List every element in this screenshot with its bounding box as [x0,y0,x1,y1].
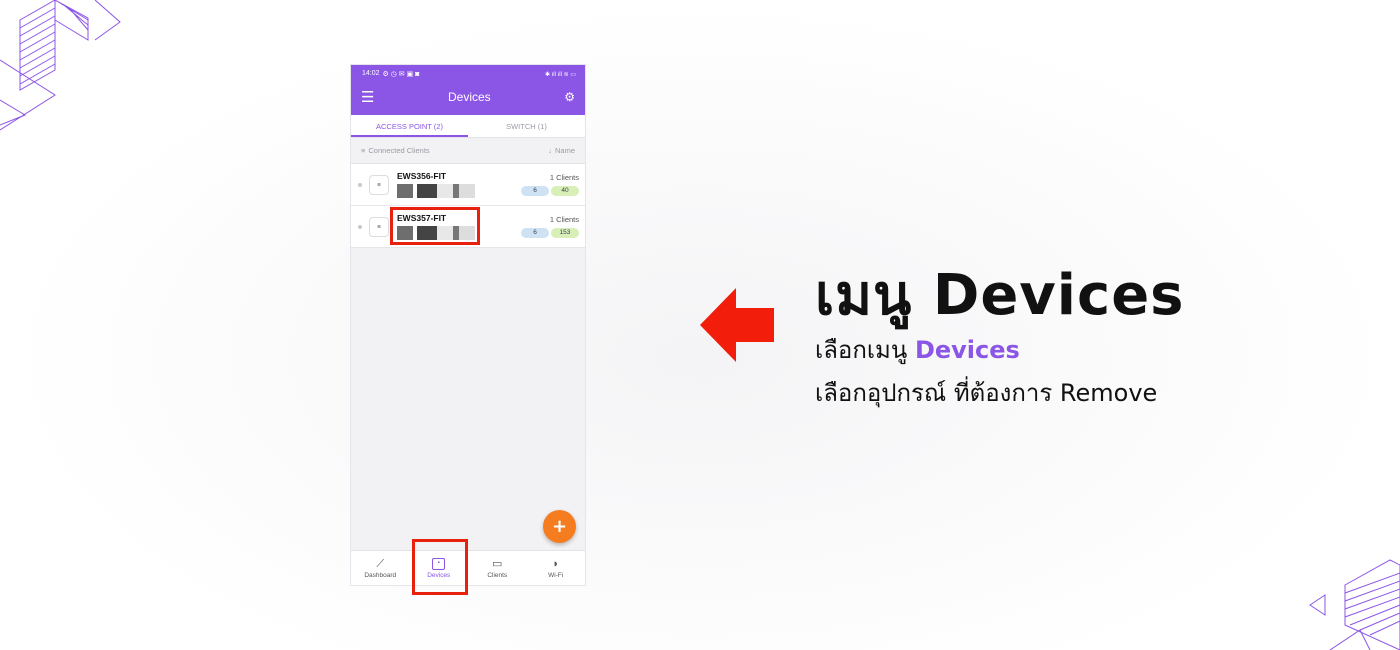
access-point-icon: ▪ [369,216,389,237]
decorative-pattern-bottom-right [1309,559,1400,650]
chart-icon: ⟋ [376,557,385,570]
status-dot [358,182,362,187]
signal-badge: 40 [551,186,579,196]
status-left-icons: ⚙ ◷ ✉ ▣ ◙ [382,71,420,78]
channel-badge: 6 [521,228,549,238]
monitor-icon: ▭ [492,557,503,570]
nav-dashboard[interactable]: ⟋ Dashboard [351,551,410,585]
signal-badge: 153 [551,228,579,238]
gear-icon[interactable]: ⚙ [564,90,575,104]
phone-screenshot: 14:02 ⚙ ◷ ✉ ▣ ◙ ✱ ıll ıll ≋ ▭ ☰ Devices … [351,65,585,585]
status-right-icons: ✱ ıll ıll ≋ ▭ [544,71,576,78]
add-device-button[interactable]: + [543,510,576,543]
device-icon: ▪ [432,557,446,570]
nav-label: Dashboard [364,571,397,579]
instruction-accent: Devices [914,336,1020,364]
status-time: 14:02 [362,70,380,77]
client-count: 1 Clients [549,215,579,224]
sort-label: Name [554,146,575,155]
filter-control[interactable]: ≡ Connected Clients [361,146,430,155]
app-bar: 14:02 ⚙ ◷ ✉ ▣ ◙ ✱ ıll ıll ≋ ▭ ☰ Devices … [351,65,585,115]
red-left-arrow-icon [700,288,774,362]
tab-switch[interactable]: SWITCH (1) [468,115,585,137]
redacted-mac [397,226,475,240]
instruction-line-1: เลือกเมนู Devices [815,330,1020,369]
client-count: 1 Clients [549,173,579,182]
filter-label: Connected Clients [368,146,430,155]
status-dot [358,224,362,229]
device-name: EWS356-FIT [397,171,447,181]
channel-badge: 6 [521,186,549,196]
headline: เมนู Devices [815,263,1185,328]
redacted-mac [397,184,475,198]
device-list: ▪ EWS356-FIT 1 Clients 6 40 ▪ EWS357-FIT [351,164,585,248]
filter-icon: ≡ [361,146,366,155]
nav-label: Devices [427,571,451,579]
wifi-icon: ◗ [552,557,560,570]
access-point-icon: ▪ [369,174,389,195]
status-bar: 14:02 ⚙ ◷ ✉ ▣ ◙ ✱ ıll ıll ≋ ▭ [351,65,585,83]
sort-arrow-icon: ↓ [548,146,552,155]
nav-label: Clients [487,571,508,579]
decorative-pattern-top-left [0,0,121,131]
device-name: EWS357-FIT [397,213,447,223]
device-row[interactable]: ▪ EWS357-FIT 1 Clients 6 153 [351,206,585,248]
device-row[interactable]: ▪ EWS356-FIT 1 Clients 6 40 [351,164,585,206]
bottom-navigation: ⟋ Dashboard ▪ Devices ▭ Clients ◗ Wi-Fi [351,550,585,585]
nav-label: Wi-Fi [548,571,564,579]
sort-control[interactable]: ↓ Name [548,146,575,155]
nav-wifi[interactable]: ◗ Wi-Fi [527,551,586,585]
filter-bar: ≡ Connected Clients ↓ Name [351,138,585,164]
tab-access-point[interactable]: ACCESS POINT (2) [351,115,468,137]
screen-title: Devices [448,90,491,104]
instruction-line-2: เลือกอุปกรณ์ ที่ต้องการ Remove [815,379,1158,407]
instruction-prefix: เลือกเมนู [815,336,908,364]
nav-devices[interactable]: ▪ Devices [410,551,469,585]
nav-clients[interactable]: ▭ Clients [468,551,527,585]
device-type-tabs: ACCESS POINT (2) SWITCH (1) [351,115,585,138]
hamburger-menu-icon[interactable]: ☰ [361,89,374,105]
